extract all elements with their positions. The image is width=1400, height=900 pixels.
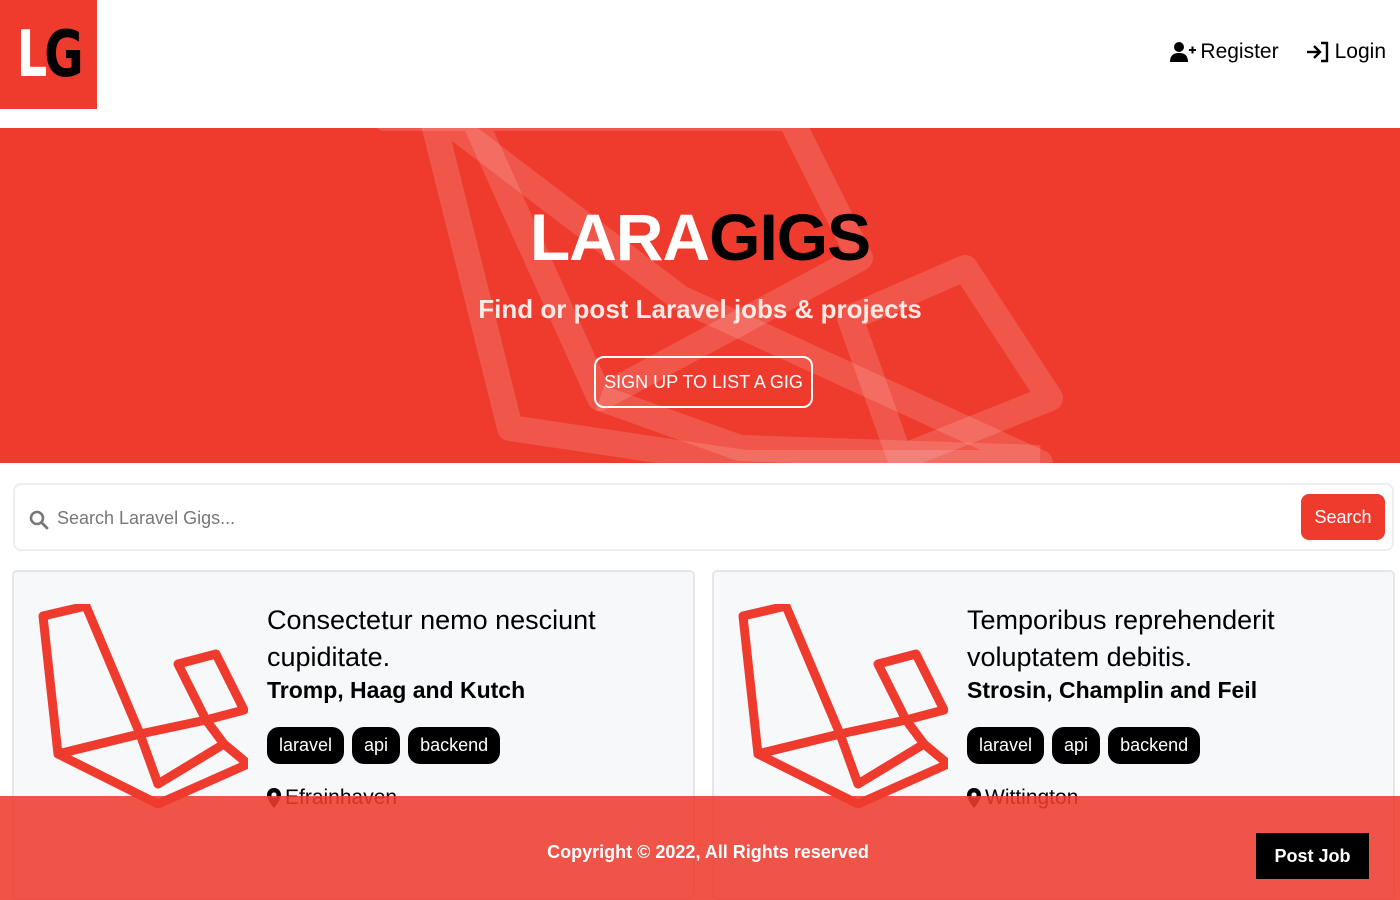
register-label: Register bbox=[1200, 40, 1279, 63]
listing-tags: laravel api backend bbox=[267, 727, 501, 764]
search-input[interactable] bbox=[57, 499, 1287, 537]
signup-button[interactable]: SIGN UP TO LIST A GIG bbox=[594, 356, 813, 408]
hero-banner: LARAGIGS Find or post Laravel jobs & pro… bbox=[0, 128, 1400, 463]
login-label: Login bbox=[1334, 40, 1386, 63]
user-plus-icon bbox=[1170, 42, 1197, 62]
nav-links: Register Login bbox=[1170, 40, 1386, 64]
hero-subtitle: Find or post Laravel jobs & projects bbox=[478, 294, 922, 324]
search-button[interactable]: Search bbox=[1301, 494, 1385, 540]
tag[interactable]: laravel bbox=[267, 727, 345, 764]
search-form: Search bbox=[13, 483, 1394, 551]
listing-company: Strosin, Champlin and Feil bbox=[967, 677, 1258, 703]
tag[interactable]: api bbox=[352, 727, 401, 764]
laravel-logo-icon bbox=[38, 604, 248, 808]
laravel-logo-icon bbox=[738, 604, 948, 808]
listing-tags: laravel api backend bbox=[967, 727, 1201, 764]
tag[interactable]: backend bbox=[1108, 727, 1201, 764]
logo-text: LG bbox=[16, 17, 84, 92]
hero-title: LARAGIGS bbox=[529, 200, 871, 274]
top-navbar: LG Register Login bbox=[0, 0, 1400, 128]
listing-title[interactable]: Consectetur nemo nesciunt cupiditate. bbox=[267, 602, 667, 676]
listing-title[interactable]: Temporibus reprehenderit voluptatem debi… bbox=[967, 602, 1367, 676]
register-link[interactable]: Register bbox=[1170, 40, 1279, 64]
tag[interactable]: laravel bbox=[967, 727, 1045, 764]
tag[interactable]: api bbox=[1052, 727, 1101, 764]
post-job-button[interactable]: Post Job bbox=[1256, 833, 1369, 879]
copyright-text: Copyright © 2022, All Rights reserved bbox=[547, 842, 869, 862]
footer: Copyright © 2022, All Rights reserved Po… bbox=[0, 796, 1400, 900]
tag[interactable]: backend bbox=[408, 727, 501, 764]
login-link[interactable]: Login bbox=[1305, 40, 1386, 64]
listing-company: Tromp, Haag and Kutch bbox=[267, 677, 526, 703]
search-icon bbox=[29, 510, 49, 530]
sign-in-icon bbox=[1306, 41, 1328, 63]
site-logo[interactable]: LG bbox=[0, 0, 97, 109]
